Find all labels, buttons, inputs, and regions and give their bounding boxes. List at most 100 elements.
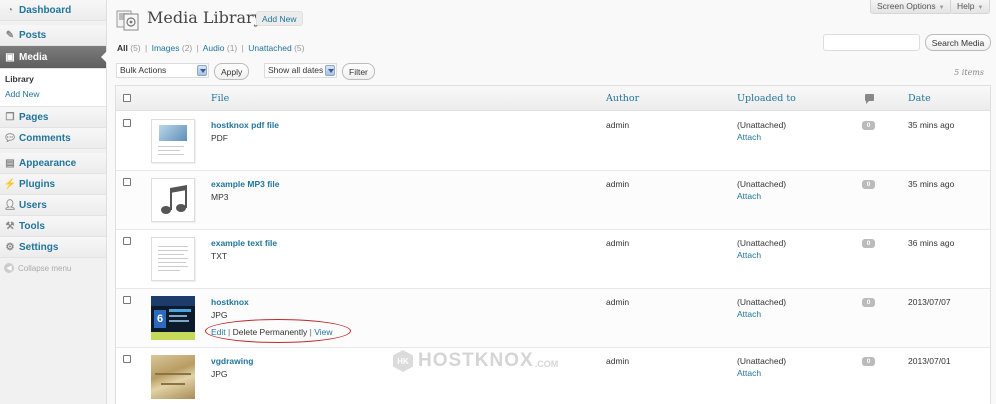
filter-separator: | (196, 43, 199, 53)
file-type: JPG (211, 369, 228, 379)
text-line (158, 266, 188, 267)
uploaded-to: (Unattached) (737, 238, 787, 248)
attach-link[interactable]: Attach (737, 250, 761, 260)
sidebar-item-tools[interactable]: ⚒ Tools (0, 216, 106, 237)
text-line (158, 154, 184, 155)
file-title-link[interactable]: example MP3 file (211, 179, 280, 189)
sidebar-item-users[interactable]: 👤︎ Users (0, 195, 106, 216)
table-row: 6 hostknox JPG Edit | Delete Permanently… (116, 289, 990, 348)
sidebar-item-settings[interactable]: ⚙ Settings (0, 237, 106, 258)
file-author: admin (606, 297, 630, 307)
file-date: 2013/07/07 (908, 297, 951, 307)
thumbnail-bar (169, 320, 189, 322)
file-date: 35 mins ago (908, 179, 955, 189)
file-title-link[interactable]: vgdrawing (211, 356, 254, 366)
date-filter-select[interactable]: Show all dates (264, 63, 337, 78)
page-title: Media Library (147, 8, 263, 27)
sidebar-item-appearance[interactable]: ▤ Appearance (0, 153, 106, 174)
dropdown-arrow-icon (197, 65, 207, 76)
attach-link[interactable]: Attach (737, 191, 761, 201)
filter-unattached-count: (5) (294, 43, 305, 53)
bulk-actions-select[interactable]: Bulk Actions (116, 63, 209, 78)
audio-file-icon[interactable] (151, 178, 195, 222)
filter-images[interactable]: Images (152, 43, 180, 53)
thumbnail-banner (151, 296, 195, 306)
column-date[interactable]: Date (908, 93, 931, 104)
pdf-document-icon[interactable] (151, 119, 195, 163)
submenu-item-add-new[interactable]: Add New (0, 87, 106, 102)
text-line (158, 254, 184, 255)
settings-icon: ⚙ (5, 241, 15, 253)
table-row: example text file TXT admin (Unattached)… (116, 230, 990, 289)
thumbnail-footer (151, 332, 195, 340)
collapse-arrow-icon: ◀ (4, 263, 14, 273)
comment-count-badge[interactable]: 0 (862, 357, 875, 366)
help-button[interactable]: Help ▼ (950, 0, 991, 14)
row-checkbox[interactable] (123, 355, 131, 363)
uploaded-to: (Unattached) (737, 356, 787, 366)
sidebar-item-posts[interactable]: ✎ Posts (0, 25, 106, 46)
search-media-button[interactable]: Search Media (925, 34, 991, 51)
apply-button[interactable]: Apply (214, 63, 250, 80)
watermark-text: HOSTKNOX (418, 350, 534, 371)
file-title-link[interactable]: hostknox pdf file (211, 120, 279, 130)
text-line (158, 246, 188, 247)
row-checkbox[interactable] (123, 119, 131, 127)
filter-images-count: (2) (181, 43, 193, 53)
sidebar-item-pages[interactable]: ❐ Pages (0, 107, 106, 128)
comment-count-badge[interactable]: 0 (862, 239, 875, 248)
media-icon: ▣ (5, 51, 15, 63)
attach-link[interactable]: Attach (737, 309, 761, 319)
sidebar-item-comments[interactable]: 💬︎ Comments (0, 128, 106, 149)
text-line (158, 270, 180, 271)
text-line (158, 262, 186, 263)
row-checkbox[interactable] (123, 237, 131, 245)
sidebar-item-label: Comments (19, 132, 71, 144)
column-uploaded-to[interactable]: Uploaded to (737, 93, 796, 104)
comment-bubble-icon[interactable] (865, 94, 874, 104)
image-thumbnail[interactable]: 6 (151, 296, 195, 340)
add-new-button[interactable]: Add New (256, 11, 303, 26)
sidebar-item-plugins[interactable]: ⚡ Plugins (0, 174, 106, 195)
media-submenu: Library Add New (0, 69, 106, 107)
select-all-checkbox[interactable] (123, 94, 131, 102)
bulk-actions-value: Bulk Actions (120, 65, 167, 75)
sidebar-item-media[interactable]: ▣ Media (0, 46, 107, 69)
column-author[interactable]: Author (606, 93, 639, 104)
collapse-menu-label: Collapse menu (18, 263, 72, 273)
image-thumbnail[interactable] (151, 355, 195, 399)
file-date: 35 mins ago (908, 120, 955, 130)
submenu-item-library[interactable]: Library (0, 72, 106, 87)
attach-link[interactable]: Attach (737, 132, 761, 142)
column-file[interactable]: File (211, 93, 229, 104)
sidebar-item-dashboard[interactable]: ◔ Dashboard (0, 0, 106, 21)
filter-all[interactable]: All (117, 43, 128, 53)
file-type: JPG (211, 310, 228, 320)
watermark-logo-icon: HK (393, 350, 413, 372)
file-title-link[interactable]: hostknox (211, 297, 249, 307)
sidebar-item-label: Users (19, 199, 47, 211)
comment-count-badge[interactable]: 0 (862, 298, 875, 307)
search-input[interactable] (823, 34, 920, 51)
screen-options-button[interactable]: Screen Options ▼ (870, 0, 952, 14)
attach-link[interactable]: Attach (737, 368, 761, 378)
text-document-icon[interactable] (151, 237, 195, 281)
date-filter-value: Show all dates (268, 65, 324, 75)
thumbnail-bar (169, 309, 191, 312)
row-checkbox[interactable] (123, 296, 131, 304)
filter-separator: | (145, 43, 148, 53)
filter-unattached[interactable]: Unattached (248, 43, 291, 53)
uploaded-to: (Unattached) (737, 297, 787, 307)
collapse-menu-button[interactable]: ◀ Collapse menu (0, 258, 106, 278)
file-title-link[interactable]: example text file (211, 238, 277, 248)
filter-audio[interactable]: Audio (203, 43, 225, 53)
sidebar-item-label: Settings (19, 241, 59, 253)
uploaded-to: (Unattached) (737, 120, 787, 130)
plugin-icon: ⚡ (3, 178, 17, 190)
uploaded-to: (Unattached) (737, 179, 787, 189)
comment-count-badge[interactable]: 0 (862, 121, 875, 130)
row-checkbox[interactable] (123, 178, 131, 186)
items-count: 5 items (954, 68, 984, 77)
comment-count-badge[interactable]: 0 (862, 180, 875, 189)
filter-button[interactable]: Filter (342, 63, 375, 80)
